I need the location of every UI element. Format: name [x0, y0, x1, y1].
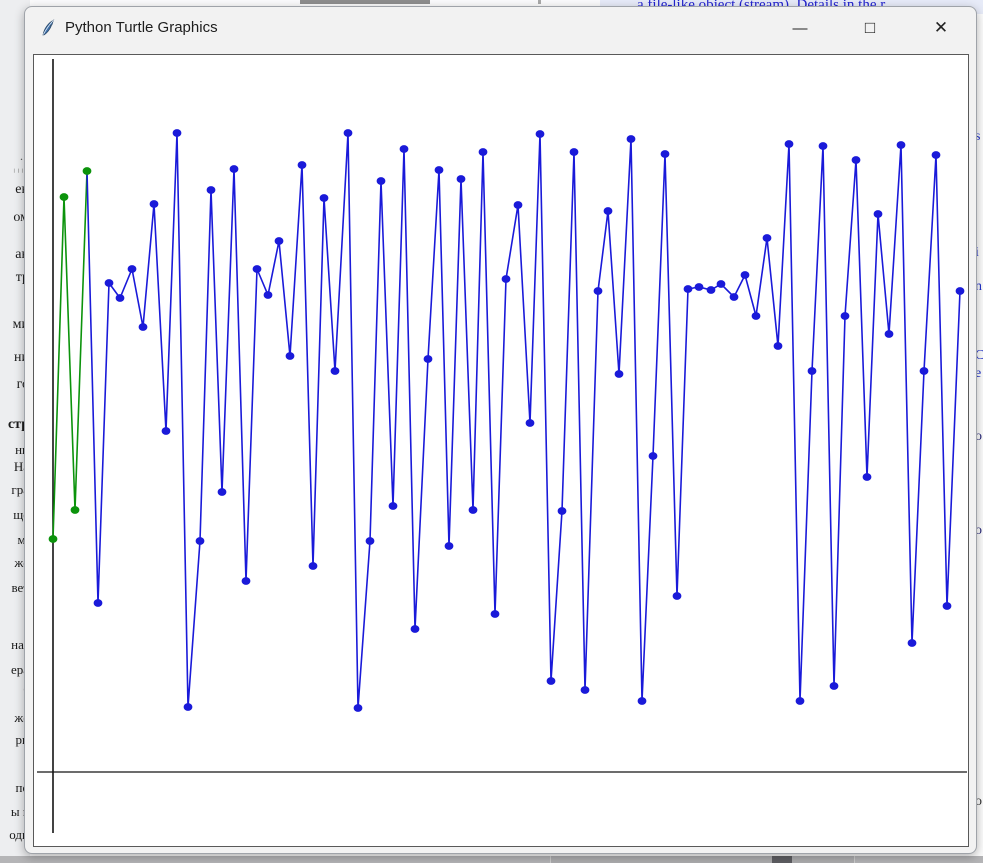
- screen: { "window": { "title": "Python Turtle Gr…: [0, 0, 983, 863]
- turtle-canvas: [33, 54, 969, 847]
- minimize-button[interactable]: —: [783, 13, 817, 43]
- data-point-marker: [796, 697, 805, 705]
- data-point-marker: [684, 285, 693, 293]
- data-point-marker: [502, 275, 511, 283]
- data-point-marker: [320, 194, 329, 202]
- data-point-marker: [457, 175, 466, 183]
- turtle-drawing: [34, 55, 968, 846]
- data-point-marker: [435, 166, 444, 174]
- background-tick-fragment: [538, 0, 541, 4]
- python-feather-icon: [39, 19, 57, 37]
- data-point-marker: [389, 502, 398, 510]
- data-point-marker: [424, 355, 433, 363]
- data-point-marker: [897, 141, 906, 149]
- data-point-marker: [331, 367, 340, 375]
- data-point-marker: [627, 135, 636, 143]
- data-point-marker: [863, 473, 872, 481]
- data-point-marker: [536, 130, 545, 138]
- data-point-marker: [885, 330, 894, 338]
- data-point-marker: [547, 677, 556, 685]
- data-point-marker: [377, 177, 386, 185]
- data-point-marker: [344, 129, 353, 137]
- data-point-marker: [763, 234, 772, 242]
- data-point-marker: [207, 186, 216, 194]
- data-point-marker: [286, 352, 295, 360]
- data-point-marker: [920, 367, 929, 375]
- data-point-marker: [60, 193, 69, 201]
- maximize-button[interactable]: □: [853, 13, 887, 43]
- data-point-marker: [932, 151, 941, 159]
- data-point-marker: [570, 148, 579, 156]
- data-point-marker: [366, 537, 375, 545]
- data-point-marker: [841, 312, 850, 320]
- data-point-marker: [275, 237, 284, 245]
- data-point-marker: [400, 145, 409, 153]
- data-point-marker: [707, 286, 716, 294]
- data-point-marker: [526, 419, 535, 427]
- data-point-marker: [94, 599, 103, 607]
- data-point-marker: [808, 367, 817, 375]
- series-main-polyline: [87, 133, 960, 708]
- turtle-graphics-window: Python Turtle Graphics — □ ✕: [24, 6, 977, 854]
- data-point-marker: [139, 323, 148, 331]
- data-point-marker: [298, 161, 307, 169]
- data-point-marker: [83, 167, 92, 175]
- data-point-marker: [943, 602, 952, 610]
- data-point-marker: [71, 506, 80, 514]
- background-toolbar-fragment: [300, 0, 430, 4]
- data-point-marker: [615, 370, 624, 378]
- data-point-marker: [116, 294, 125, 302]
- data-point-marker: [445, 542, 454, 550]
- data-point-marker: [128, 265, 137, 273]
- data-point-marker: [491, 610, 500, 618]
- close-button[interactable]: ✕: [924, 13, 958, 43]
- bottom-bar-segment: [550, 856, 855, 863]
- data-point-marker: [649, 452, 658, 460]
- data-point-marker: [594, 287, 603, 295]
- data-point-marker: [819, 142, 828, 150]
- data-point-marker: [309, 562, 318, 570]
- data-point-marker: [752, 312, 761, 320]
- data-point-marker: [196, 537, 205, 545]
- data-point-marker: [908, 639, 917, 647]
- data-point-marker: [730, 293, 739, 301]
- data-point-marker: [253, 265, 262, 273]
- series-start-polyline: [53, 171, 87, 539]
- data-point-marker: [673, 592, 682, 600]
- data-point-marker: [638, 697, 647, 705]
- data-point-marker: [218, 488, 227, 496]
- data-point-marker: [661, 150, 670, 158]
- data-point-marker: [874, 210, 883, 218]
- data-point-marker: [774, 342, 783, 350]
- data-point-marker: [49, 535, 58, 543]
- data-point-marker: [469, 506, 478, 514]
- data-point-marker: [479, 148, 488, 156]
- data-point-marker: [150, 200, 159, 208]
- data-point-marker: [785, 140, 794, 148]
- data-point-marker: [956, 287, 965, 295]
- data-point-marker: [105, 279, 114, 287]
- data-point-marker: [230, 165, 239, 173]
- data-point-marker: [695, 283, 704, 291]
- data-point-marker: [830, 682, 839, 690]
- data-point-marker: [162, 427, 171, 435]
- data-point-marker: [354, 704, 363, 712]
- data-point-marker: [184, 703, 193, 711]
- data-point-marker: [411, 625, 420, 633]
- data-point-marker: [604, 207, 613, 215]
- data-point-marker: [581, 686, 590, 694]
- background-bottom-bar: [0, 856, 983, 863]
- bottom-bar-dark-item: [772, 856, 792, 863]
- data-point-marker: [264, 291, 273, 299]
- data-point-marker: [242, 577, 251, 585]
- data-point-marker: [717, 280, 726, 288]
- window-title: Python Turtle Graphics: [65, 19, 218, 36]
- data-point-marker: [852, 156, 861, 164]
- data-point-marker: [741, 271, 750, 279]
- data-point-marker: [514, 201, 523, 209]
- data-point-marker: [173, 129, 182, 137]
- window-titlebar[interactable]: Python Turtle Graphics — □ ✕: [25, 7, 976, 49]
- data-point-marker: [558, 507, 567, 515]
